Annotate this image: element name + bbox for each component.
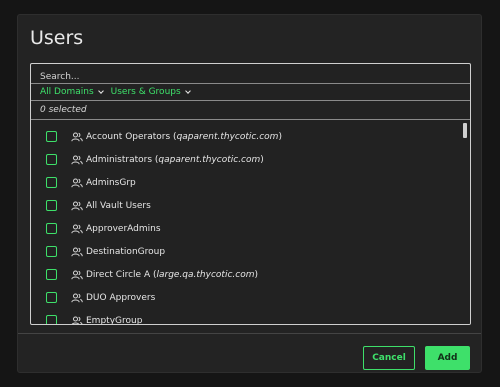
list-item[interactable]: AdminsGrp (31, 171, 460, 194)
item-checkbox[interactable] (46, 292, 57, 303)
group-icon (71, 293, 83, 302)
domain-filter-label: All Domains (40, 87, 94, 97)
item-checkbox[interactable] (46, 315, 57, 324)
chevron-down-icon (184, 88, 191, 94)
item-checkbox[interactable] (46, 154, 57, 165)
search-box (31, 64, 470, 87)
item-label: DUO Approvers (86, 293, 155, 303)
user-list: Account Operators (qaparent.thycotic.com… (31, 120, 460, 325)
type-filter-dropdown[interactable]: Users & Groups (110, 87, 191, 97)
item-label: AdminsGrp (86, 178, 136, 188)
item-name: Account Operators (86, 131, 171, 142)
list-item[interactable]: EmptyGroup (31, 309, 460, 325)
item-name: AdminsGrp (86, 177, 136, 188)
scrollbar-thumb[interactable] (463, 123, 467, 138)
add-button[interactable]: Add (425, 346, 470, 370)
item-name: All Vault Users (86, 200, 151, 211)
item-label: ApproverAdmins (86, 224, 161, 234)
item-checkbox[interactable] (46, 246, 57, 257)
filter-bar: All Domains Users & Groups (31, 84, 470, 101)
cancel-button[interactable]: Cancel (363, 346, 415, 370)
dialog-title: Users (30, 27, 84, 49)
group-icon (71, 247, 83, 256)
item-name: EmptyGroup (86, 315, 143, 325)
item-label: All Vault Users (86, 201, 151, 211)
group-icon (71, 224, 83, 233)
list-item[interactable]: Account Operators (qaparent.thycotic.com… (31, 125, 460, 148)
group-icon (71, 155, 83, 164)
item-checkbox[interactable] (46, 200, 57, 211)
list-item[interactable]: DestinationGroup (31, 240, 460, 263)
item-checkbox[interactable] (46, 177, 57, 188)
item-name: ApproverAdmins (86, 223, 161, 234)
users-dialog: Users All Domains Users & Groups 0 selec… (17, 14, 482, 373)
item-domain: qaparent.thycotic.com (158, 154, 261, 165)
item-domain: qaparent.thycotic.com (176, 131, 279, 142)
selected-count: 0 selected (31, 101, 470, 120)
item-checkbox[interactable] (46, 269, 57, 280)
item-checkbox[interactable] (46, 223, 57, 234)
list-item[interactable]: ApproverAdmins (31, 217, 460, 240)
item-name: Administrators (86, 154, 153, 165)
type-filter-label: Users & Groups (110, 87, 181, 97)
item-name: Direct Circle A (86, 269, 151, 280)
item-label: EmptyGroup (86, 315, 143, 325)
item-label: Administrators (qaparent.thycotic.com) (86, 154, 264, 165)
list-item[interactable]: All Vault Users (31, 194, 460, 217)
list-item[interactable]: Direct Circle A (large.qa.thycotic.com) (31, 263, 460, 286)
item-domain: large.qa.thycotic.com (156, 269, 255, 280)
group-icon (71, 270, 83, 279)
list-item[interactable]: Administrators (qaparent.thycotic.com) (31, 148, 460, 171)
group-icon (71, 316, 83, 324)
item-name: DestinationGroup (86, 246, 166, 257)
item-name: DUO Approvers (86, 292, 156, 303)
user-picker: All Domains Users & Groups 0 selected Ac… (30, 63, 471, 325)
item-label: DestinationGroup (86, 247, 165, 257)
group-icon (71, 201, 83, 210)
list-item[interactable]: DUO Approvers (31, 286, 460, 309)
group-icon (71, 132, 83, 141)
footer-divider (18, 333, 481, 334)
group-icon (71, 178, 83, 187)
item-label: Direct Circle A (large.qa.thycotic.com) (86, 269, 258, 280)
item-label: Account Operators (qaparent.thycotic.com… (86, 131, 282, 142)
domain-filter-dropdown[interactable]: All Domains (40, 87, 104, 97)
chevron-down-icon (97, 88, 104, 94)
list-scrollbar[interactable] (460, 120, 470, 324)
item-checkbox[interactable] (46, 131, 57, 142)
